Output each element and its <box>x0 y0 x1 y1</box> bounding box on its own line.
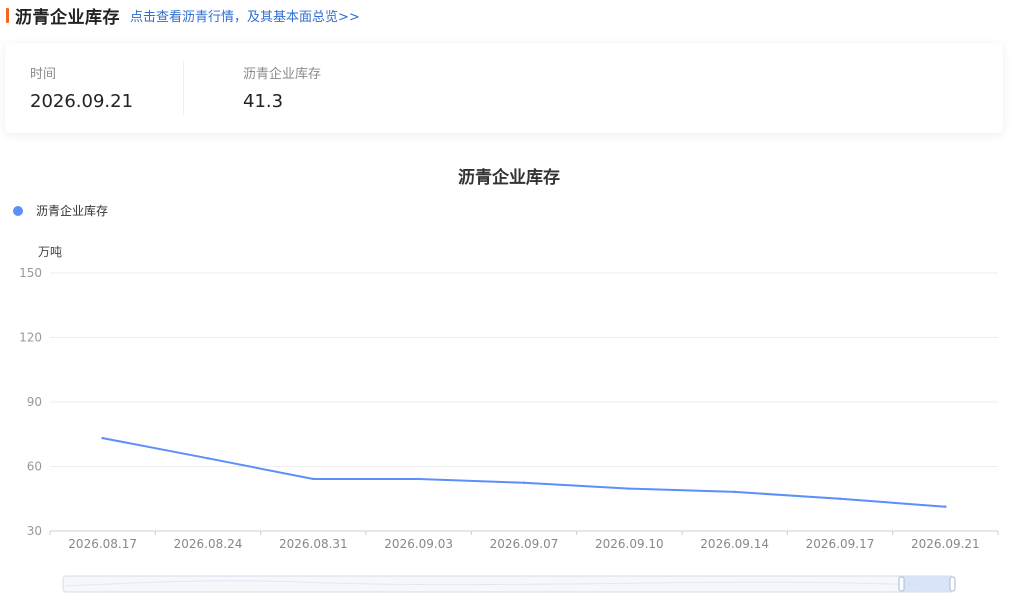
y-tick-label: 60 <box>27 460 42 474</box>
zoom-slider[interactable] <box>62 575 956 593</box>
y-tick-label: 150 <box>19 266 42 280</box>
legend-marker <box>13 206 23 216</box>
zoom-handle-left[interactable] <box>898 576 905 592</box>
x-tick-label: 2026.08.24 <box>174 537 243 551</box>
x-tick-label: 2026.08.31 <box>279 537 348 551</box>
y-tick-label: 90 <box>27 395 42 409</box>
data-point <box>101 436 104 440</box>
x-tick-label: 2026.09.17 <box>806 537 875 551</box>
x-tick-label: 2026.08.17 <box>68 537 137 551</box>
x-tick-label: 2026.09.21 <box>911 537 980 551</box>
series-layer <box>101 436 947 508</box>
x-tick-label: 2026.09.10 <box>595 537 664 551</box>
data-point <box>417 477 420 481</box>
legend[interactable]: 沥青企业库存 <box>13 203 108 218</box>
zoom-handle-right[interactable] <box>949 576 956 592</box>
data-point <box>733 490 736 494</box>
grid-lines <box>50 272 998 532</box>
y-axis-unit: 万吨 <box>38 245 62 259</box>
chart-title: 沥青企业库存 <box>458 167 560 188</box>
line-chart: 沥青企业库存 沥青企业库存 万吨 30 60 90 120 150 2026.08.17… <box>13 167 999 593</box>
x-tick-label: 2026.09.14 <box>700 537 769 551</box>
x-tick-label: 2026.09.07 <box>490 537 559 551</box>
y-tick-label: 30 <box>27 524 42 538</box>
data-point <box>522 481 526 485</box>
data-point <box>838 497 842 500</box>
series-line <box>101 437 947 508</box>
data-point <box>206 457 210 460</box>
data-point <box>312 477 315 481</box>
data-point <box>944 505 947 508</box>
zoom-window[interactable] <box>902 576 952 592</box>
x-axis-ticks: 2026.08.17 2026.08.24 2026.08.31 2026.09.03… <box>49 531 999 551</box>
legend-label: 沥青企业库存 <box>36 203 108 218</box>
data-point <box>628 487 631 490</box>
y-tick-label: 120 <box>19 331 42 345</box>
y-axis-ticks: 30 60 90 120 150 <box>19 266 42 538</box>
x-tick-label: 2026.09.03 <box>384 537 453 551</box>
